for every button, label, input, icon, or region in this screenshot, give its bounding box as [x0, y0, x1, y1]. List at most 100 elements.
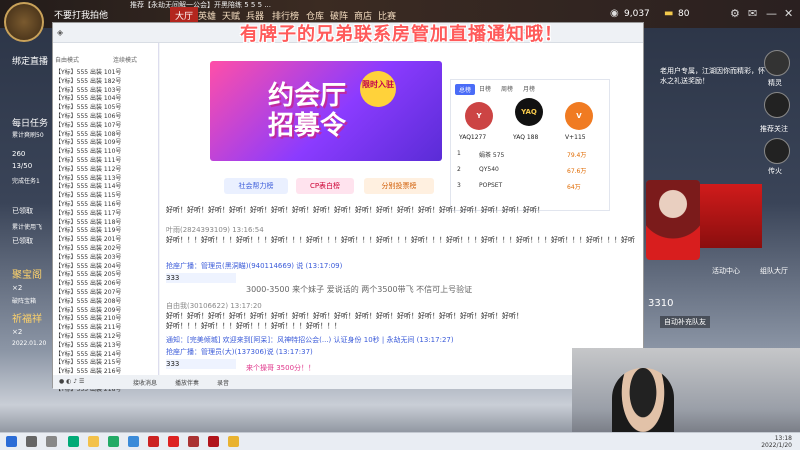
- channel-row[interactable]: 【Y标】555 出装 109号: [55, 137, 157, 145]
- game-icon[interactable]: [228, 436, 239, 447]
- channel-row[interactable]: 【Y标】555 出装 210号: [55, 313, 157, 321]
- rank-medal-1: Y: [465, 102, 493, 130]
- channel-row[interactable]: 【Y标】555 出装 117号: [55, 208, 157, 216]
- edge-icon[interactable]: [68, 436, 79, 447]
- channel-row[interactable]: 【Y标】555 出装 106号: [55, 111, 157, 119]
- channel-row[interactable]: 【Y标】555 出装 203号: [55, 252, 157, 260]
- channel-row[interactable]: 【Y标】555 出装 118号: [55, 217, 157, 225]
- rank-tab-month[interactable]: 月榜: [523, 84, 535, 93]
- mail-icon[interactable]: ✉: [748, 7, 757, 20]
- camera-icon[interactable]: [764, 92, 790, 118]
- nav-talents[interactable]: 天赋: [222, 9, 240, 22]
- minimize-icon[interactable]: —: [766, 7, 777, 20]
- channel-row[interactable]: 【Y标】555 出装 107号: [55, 120, 157, 128]
- rank-tab-day[interactable]: 日榜: [479, 84, 491, 93]
- channel-row[interactable]: 【Y标】555 出装 207号: [55, 287, 157, 295]
- rank-top-name-2: YAQ 188: [513, 134, 539, 141]
- channel-row[interactable]: 【Y标】555 出装 202号: [55, 243, 157, 251]
- task-view-icon[interactable]: [46, 436, 57, 447]
- folder-icon[interactable]: [88, 436, 99, 447]
- channel-row[interactable]: 【Y标】555 出装 211号: [55, 322, 157, 330]
- channel-row[interactable]: 【Y标】555 出装 113号: [55, 173, 157, 181]
- tab-vote-rank[interactable]: 分别投票榜: [364, 178, 434, 194]
- channel-row[interactable]: 【Y标】555 出装 208号: [55, 296, 157, 304]
- play-accompaniment-button[interactable]: 播放伴奏: [175, 378, 199, 387]
- channel-row[interactable]: 【Y标】555 出装 212号: [55, 331, 157, 339]
- tab-social-power[interactable]: 社会帮力榜: [224, 178, 288, 194]
- left-game-panel: 绑定直播 每日任务 累计爽刷50 260 13/50 完成任务1 已领取 累计使…: [0, 44, 50, 374]
- channel-row[interactable]: 【Y标】555 出装 105号: [55, 102, 157, 110]
- sidebar-mode[interactable]: 连续模式: [113, 55, 157, 63]
- daily-task-title[interactable]: 每日任务: [12, 116, 48, 129]
- breaker-label: 破阵宝箱: [12, 298, 37, 305]
- main-content: 约会厅 招募令 限时入驻 社会帮力榜 CP表白榜 分别投票榜 总榜 日榜 周榜 …: [160, 43, 643, 389]
- channel-row[interactable]: 【Y标】555 出装 104号: [55, 93, 157, 101]
- voice-chat-app-window: ◈ ▭ ⚙ — ✕ 自由模式 连续模式 【Y标】555 出装 101号 【Y标】5…: [52, 22, 644, 392]
- team-label[interactable]: 组队大厅: [760, 266, 788, 276]
- chat-room-card[interactable]: 333: [166, 273, 236, 283]
- app-icon[interactable]: [208, 436, 219, 447]
- app-icon[interactable]: [128, 436, 139, 447]
- rank-row[interactable]: 2 QY540 67.6万: [457, 166, 605, 178]
- channel-row[interactable]: 【Y标】555 出装 111号: [55, 155, 157, 163]
- treasure-title[interactable]: 聚宝阁: [12, 266, 42, 281]
- channel-row[interactable]: 【Y标】555 出装 182号: [55, 76, 157, 84]
- channel-row[interactable]: 【Y标】555 出装 108号: [55, 129, 157, 137]
- settings-icon[interactable]: ⚙: [730, 7, 740, 20]
- promo-badges[interactable]: [700, 184, 762, 248]
- app-icon[interactable]: [188, 436, 199, 447]
- activity-label[interactable]: 活动中心: [712, 266, 740, 276]
- chat-system-line: 抢座广播：管理员(大)(137306)说 (13:17:37): [166, 348, 313, 356]
- channel-row[interactable]: 【Y标】555 出装 119号: [55, 225, 157, 233]
- recruit-banner[interactable]: 约会厅 招募令 限时入驻: [210, 61, 442, 161]
- rank-row[interactable]: 1 娟茶 575 79.4万: [457, 150, 605, 162]
- chat-user-line: 自由我(30106622) 13:17:20: [166, 302, 262, 310]
- start-icon[interactable]: [6, 436, 17, 447]
- rank-tab-total[interactable]: 总榜: [455, 84, 476, 95]
- channel-row[interactable]: 【Y标】555 出装 216号: [55, 366, 157, 374]
- prayer-title[interactable]: 祈福祥: [12, 310, 42, 325]
- chat-message: 3000-3500 来个妹子 爱说话的 两个3500带飞 不信可上号验证: [246, 285, 473, 294]
- rank-row[interactable]: 3 POPSET 64万: [457, 182, 605, 194]
- channel-row[interactable]: 【Y标】555 出装 110号: [55, 146, 157, 154]
- level-value: 3310: [648, 298, 674, 309]
- channel-row[interactable]: 【Y标】555 出装 116号: [55, 199, 157, 207]
- sprite-icon[interactable]: [764, 50, 790, 76]
- player-avatar[interactable]: [4, 2, 44, 42]
- rank-medal-2: YAQ: [515, 98, 543, 126]
- channel-row[interactable]: 【Y标】555 出装 215号: [55, 357, 157, 365]
- cumulative-label: 累计爽刷50: [12, 132, 44, 139]
- channel-row[interactable]: 【Y标】555 出装 101号: [55, 67, 157, 75]
- fire-icon[interactable]: [764, 138, 790, 164]
- app-icon[interactable]: [148, 436, 159, 447]
- tab-cp-confession[interactable]: CP表白榜: [296, 178, 354, 194]
- chat-user-line: 叶雨(2824393109) 13:16:54: [166, 226, 264, 234]
- channel-row[interactable]: 【Y标】555 出装 201号: [55, 234, 157, 242]
- app-icon[interactable]: [168, 436, 179, 447]
- channel-row[interactable]: 【Y标】555 出装 206号: [55, 278, 157, 286]
- gem-count: 80: [678, 9, 690, 19]
- record-button[interactable]: 录音: [217, 378, 229, 387]
- gold-icon: ◉: [610, 8, 619, 19]
- chat-room-card[interactable]: 333: [166, 359, 236, 369]
- app-icon[interactable]: [108, 436, 119, 447]
- channel-row[interactable]: 【Y标】555 出装 115号: [55, 190, 157, 198]
- channel-row[interactable]: 【Y标】555 出装 114号: [55, 181, 157, 189]
- close-icon[interactable]: ✕: [784, 7, 793, 20]
- channel-row[interactable]: 【Y标】555 出装 209号: [55, 305, 157, 313]
- rank-medal-3: V: [565, 102, 593, 130]
- channel-row[interactable]: 【Y标】555 出装 204号: [55, 261, 157, 269]
- channel-row[interactable]: 【Y标】555 出装 103号: [55, 85, 157, 93]
- mic-icon[interactable]: ● ◐ ♪ ☰: [59, 378, 84, 385]
- search-icon[interactable]: [26, 436, 37, 447]
- channel-row[interactable]: 【Y标】555 出装 112号: [55, 164, 157, 172]
- nav-heroes[interactable]: 英雄: [198, 9, 216, 22]
- auto-team-toggle[interactable]: 自动补充队友: [660, 316, 710, 328]
- channel-row[interactable]: 【Y标】555 出装 214号: [55, 349, 157, 357]
- receive-messages-button[interactable]: 接收消息: [133, 378, 157, 387]
- channel-row[interactable]: 【Y标】555 出装 205号: [55, 269, 157, 277]
- system-clock[interactable]: 13:18 2022/1/20: [761, 435, 792, 449]
- rank-tab-week[interactable]: 周榜: [501, 84, 513, 93]
- rank-top-name-3: V+115: [565, 134, 586, 141]
- channel-row[interactable]: 【Y标】555 出装 213号: [55, 340, 157, 348]
